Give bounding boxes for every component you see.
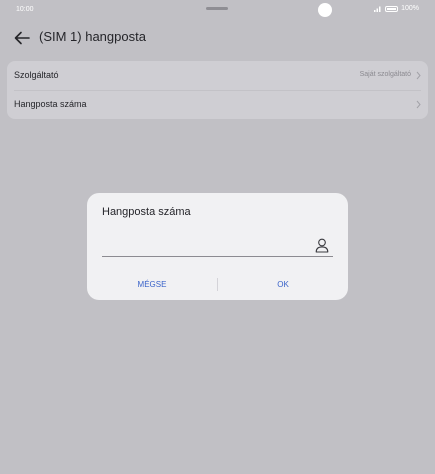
voicemail-number-dialog: Hangposta száma MÉGSE OK bbox=[87, 193, 348, 300]
chevron-right-icon bbox=[416, 71, 421, 80]
ok-button[interactable]: OK bbox=[218, 273, 348, 295]
settings-card: Szolgáltató Saját szolgáltató Hangposta … bbox=[7, 61, 428, 119]
battery-percentage: 100% bbox=[401, 5, 419, 12]
cancel-button[interactable]: MÉGSE bbox=[87, 273, 217, 295]
chevron-right-icon bbox=[416, 100, 421, 109]
dialog-title: Hangposta száma bbox=[102, 206, 191, 218]
voicemail-number-field[interactable] bbox=[102, 236, 333, 257]
status-time: 10:00 bbox=[16, 6, 34, 13]
settings-row-voicemail-number[interactable]: Hangposta száma bbox=[7, 90, 428, 119]
notch-pill bbox=[206, 7, 228, 10]
page-title: (SIM 1) hangposta bbox=[39, 29, 146, 44]
status-indicators: 100% bbox=[374, 5, 419, 12]
status-bar: 10:00 100% bbox=[0, 0, 435, 22]
settings-row-provider[interactable]: Szolgáltató Saját szolgáltató bbox=[7, 61, 428, 90]
row-label: Hangposta száma bbox=[14, 99, 87, 109]
camera-dot bbox=[318, 3, 332, 17]
battery-icon bbox=[385, 5, 399, 12]
voicemail-number-input[interactable] bbox=[102, 236, 307, 256]
contact-icon[interactable] bbox=[315, 238, 329, 253]
header: (SIM 1) hangposta bbox=[0, 24, 435, 52]
back-button[interactable] bbox=[12, 28, 32, 48]
row-label: Szolgáltató bbox=[14, 70, 59, 80]
row-value: Saját szolgáltató bbox=[359, 71, 411, 78]
signal-icon bbox=[374, 6, 381, 12]
back-arrow-icon bbox=[14, 31, 30, 45]
